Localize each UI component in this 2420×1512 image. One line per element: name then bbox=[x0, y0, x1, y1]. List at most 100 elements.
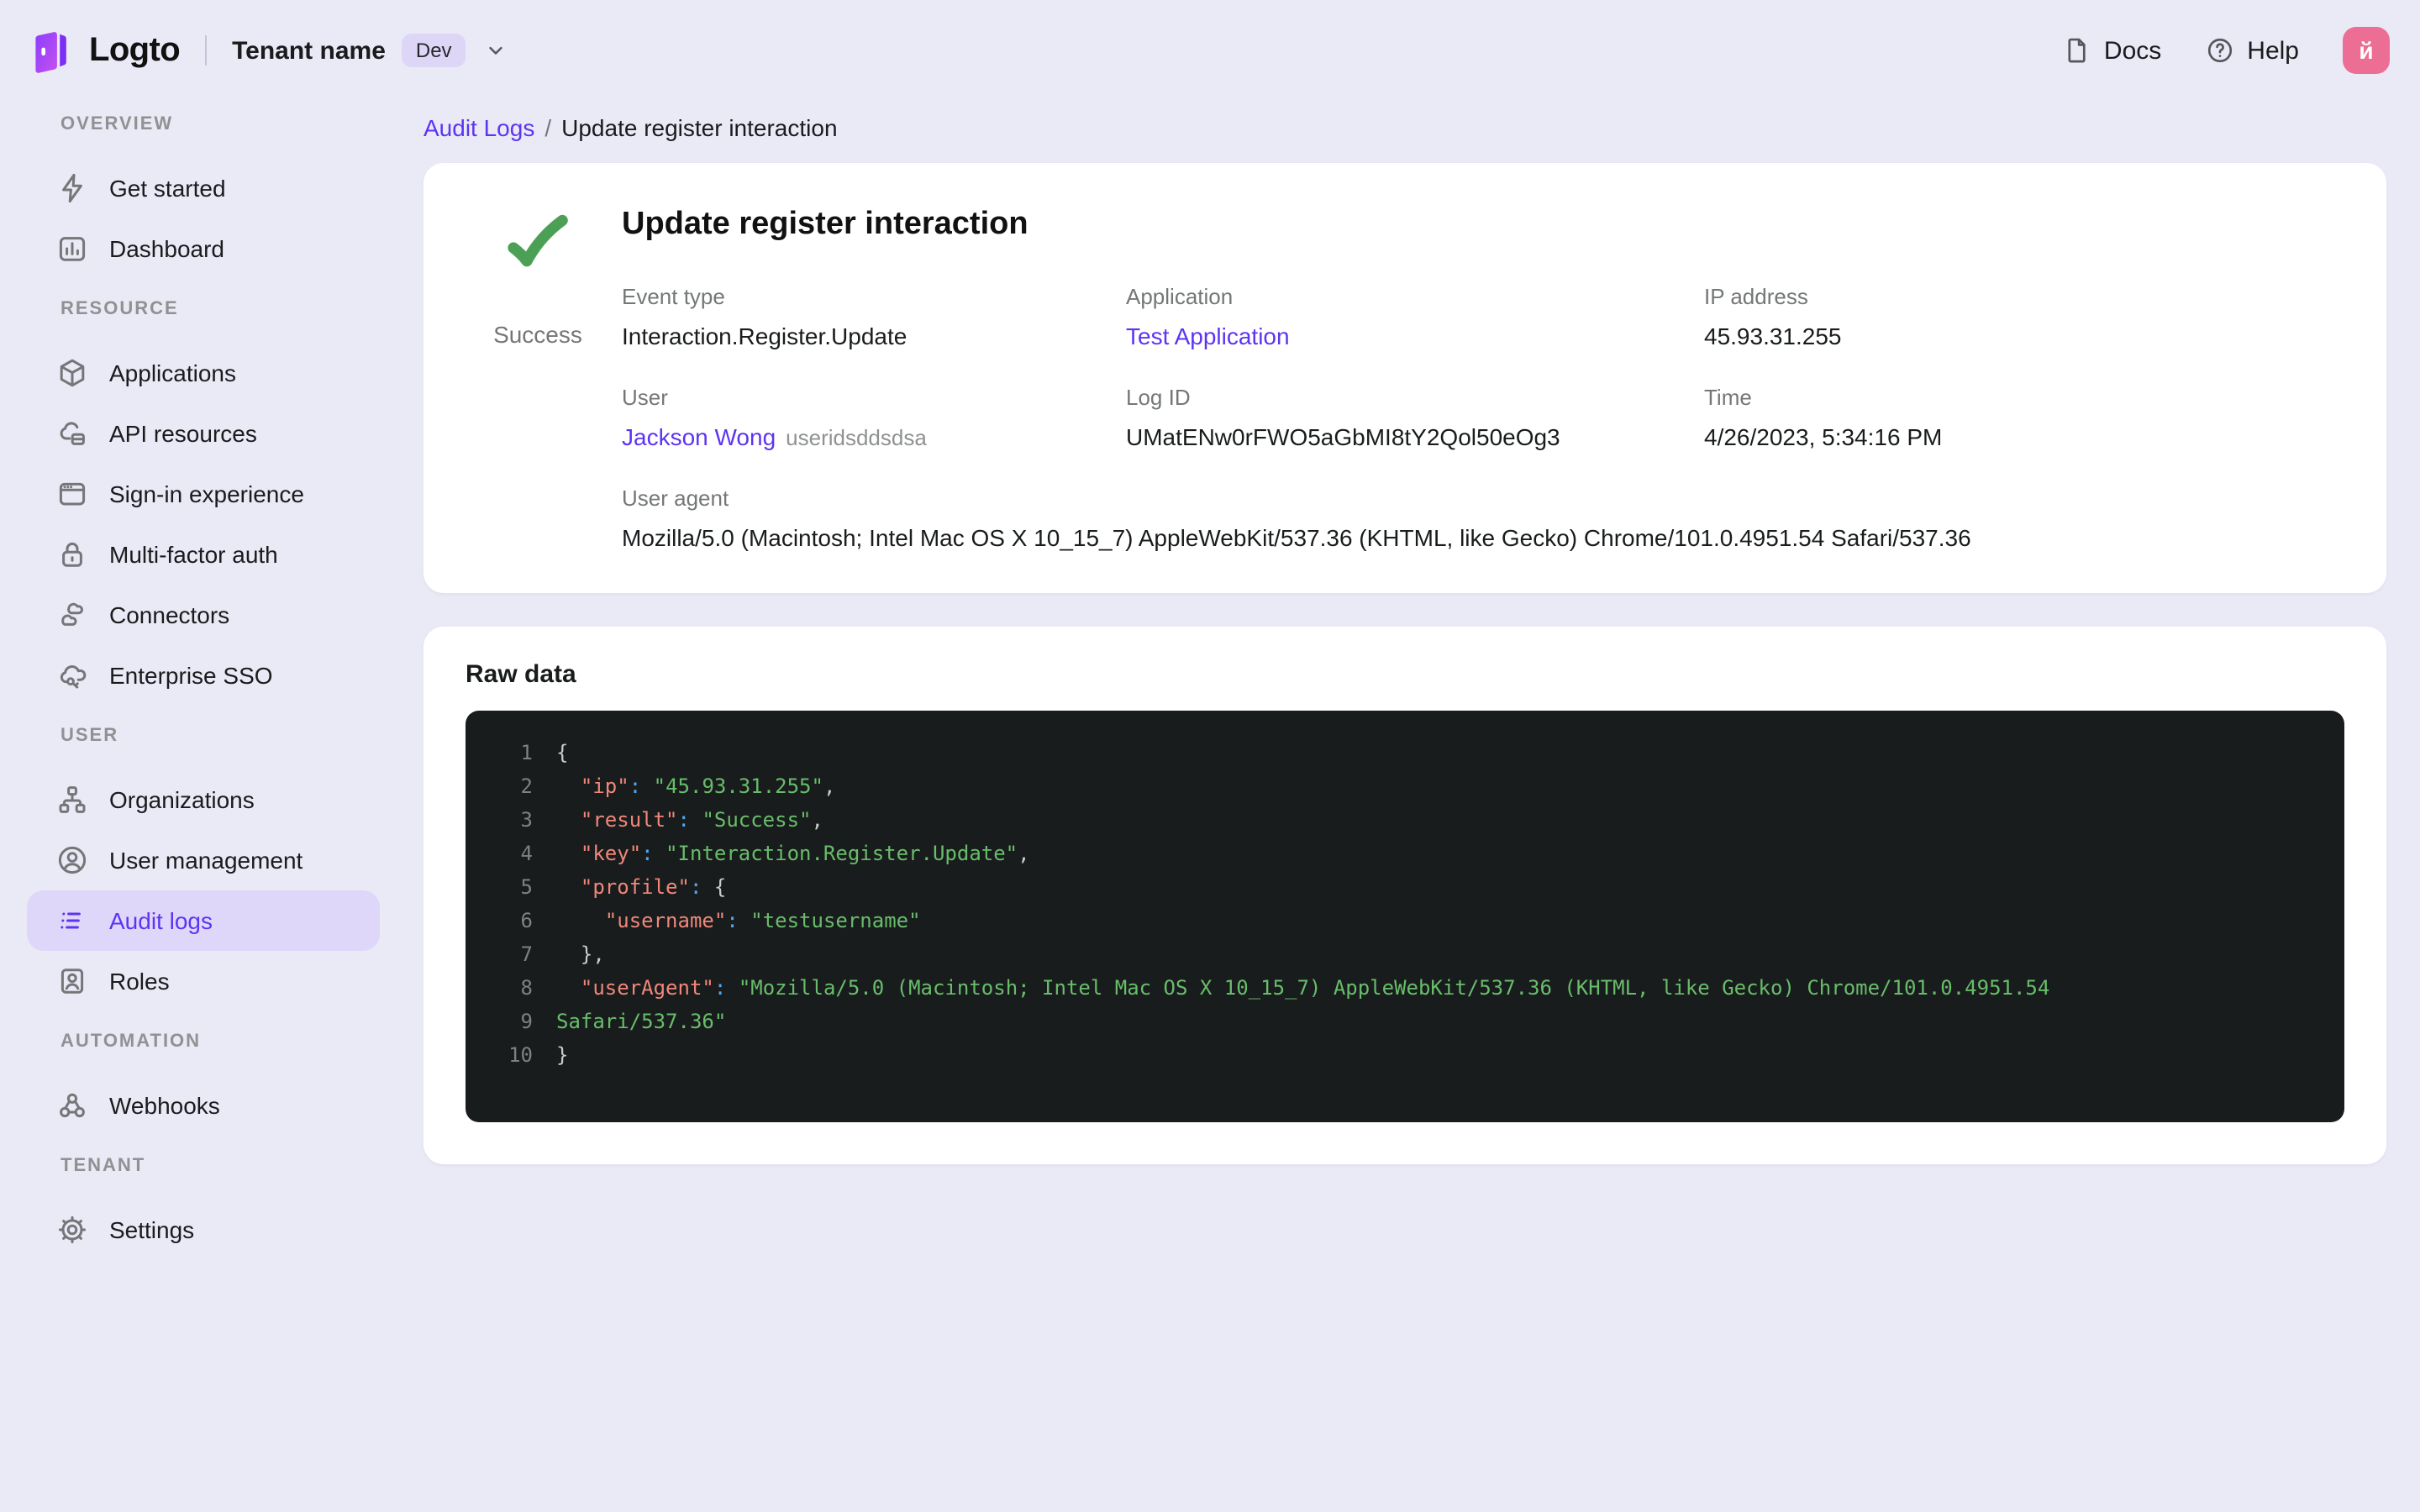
logto-logo-icon bbox=[27, 27, 74, 74]
docs-button[interactable]: Docs bbox=[2062, 35, 2161, 66]
user-id-suffix: useridsddsdsa bbox=[786, 425, 927, 450]
sidebar-section-title-user: USER bbox=[60, 726, 119, 746]
code-text: "result": "Success", bbox=[580, 808, 823, 832]
user-link[interactable]: Jackson Wong bbox=[622, 423, 776, 450]
bolt-icon bbox=[55, 171, 89, 205]
code-line: 6 "username": "testusername" bbox=[489, 904, 2314, 937]
field-time: Time 4/26/2023, 5:34:16 PM bbox=[1704, 385, 1943, 450]
breadcrumb-audit-logs-link[interactable]: Audit Logs bbox=[424, 114, 534, 141]
sidebar-item-label: Connectors bbox=[109, 601, 230, 628]
code-text: "key": "Interaction.Register.Update", bbox=[580, 842, 1030, 865]
sidebar-item-webhooks[interactable]: Webhooks bbox=[27, 1075, 380, 1136]
help-button[interactable]: Help bbox=[2205, 35, 2299, 66]
help-label: Help bbox=[2247, 36, 2299, 65]
code-text: { bbox=[556, 741, 569, 764]
line-number: 10 bbox=[508, 1043, 533, 1067]
sidebar-item-label: Get started bbox=[109, 175, 226, 202]
sidebar-item-get-started[interactable]: Get started bbox=[27, 158, 380, 218]
code-text: } bbox=[556, 1043, 569, 1067]
line-number: 1 bbox=[520, 741, 533, 764]
webhook-icon bbox=[55, 1089, 89, 1122]
sidebar-item-applications[interactable]: Applications bbox=[27, 343, 380, 403]
topbar: Logto Tenant name Dev Docs Help й bbox=[0, 0, 2420, 101]
code-line: 8 "userAgent": "Mozilla/5.0 (Macintosh; … bbox=[489, 971, 2314, 1005]
code-line: 5 "profile": { bbox=[489, 870, 2314, 904]
code-line: 2 "ip": "45.93.31.255", bbox=[489, 769, 2314, 803]
line-number: 3 bbox=[520, 808, 533, 832]
audit-list-icon bbox=[55, 904, 89, 937]
field-event-type: Event type Interaction.Register.Update bbox=[622, 284, 908, 349]
sidebar-item-roles[interactable]: Roles bbox=[27, 951, 380, 1011]
sidebar-item-multi-factor-auth[interactable]: Multi-factor auth bbox=[27, 524, 380, 585]
sidebar-item-label: Webhooks bbox=[109, 1092, 220, 1119]
code-text: Safari/537.36" bbox=[556, 1010, 727, 1033]
tenant-name: Tenant name bbox=[232, 36, 386, 65]
sidebar-item-label: Enterprise SSO bbox=[109, 662, 273, 689]
log-detail-card: Success Update register interaction Even… bbox=[424, 163, 2386, 593]
document-icon bbox=[2062, 35, 2092, 66]
breadcrumb: Audit Logs / Update register interaction bbox=[424, 114, 2386, 141]
env-badge: Dev bbox=[402, 34, 466, 67]
sidebar-item-label: Settings bbox=[109, 1216, 195, 1243]
line-number: 2 bbox=[520, 774, 533, 798]
sidebar-item-sign-in-experience[interactable]: Sign-in experience bbox=[27, 464, 380, 524]
sidebar-item-label: User management bbox=[109, 847, 303, 874]
logo-wordmark: Logto bbox=[89, 31, 181, 68]
tenant-selector[interactable]: Tenant name Dev bbox=[232, 34, 509, 67]
sidebar-item-settings[interactable]: Settings bbox=[27, 1200, 380, 1260]
id-badge-icon bbox=[55, 964, 89, 998]
sidebar-item-audit-logs[interactable]: Audit logs bbox=[27, 890, 380, 951]
cube-icon bbox=[55, 356, 89, 390]
line-number: 5 bbox=[520, 875, 533, 899]
org-chart-icon bbox=[55, 783, 89, 816]
field-user-agent: User agent Mozilla/5.0 (Macintosh; Intel… bbox=[622, 486, 1971, 551]
code-text: "ip": "45.93.31.255", bbox=[580, 774, 836, 798]
sidebar-item-label: Sign-in experience bbox=[109, 480, 304, 507]
topbar-divider bbox=[205, 35, 208, 66]
code-line: 9 Safari/537.36" bbox=[489, 1005, 2314, 1038]
status-label: Success bbox=[493, 321, 582, 348]
application-link[interactable]: Test Application bbox=[1126, 323, 1290, 349]
code-text: "username": "testusername" bbox=[604, 909, 921, 932]
api-resources-icon bbox=[55, 417, 89, 450]
raw-data-code-block: 1 {2 "ip": "45.93.31.255", 3 "result": "Su… bbox=[466, 711, 2344, 1122]
line-number: 9 bbox=[520, 1010, 533, 1033]
code-line: 10} bbox=[489, 1038, 2314, 1072]
code-line: 7 }, bbox=[489, 937, 2314, 971]
app-root: Logto Tenant name Dev Docs Help й OVERVI… bbox=[0, 0, 2420, 1512]
sidebar-item-organizations[interactable]: Organizations bbox=[27, 769, 380, 830]
sidebar: OVERVIEW Get started Dashboard RESOURCE Appl… bbox=[0, 101, 403, 1260]
sidebar-item-user-management[interactable]: User management bbox=[27, 830, 380, 890]
docs-label: Docs bbox=[2103, 36, 2162, 65]
sidebar-item-label: Roles bbox=[109, 968, 170, 995]
sidebar-section-title-automation: AUTOMATION bbox=[60, 1032, 202, 1052]
detail-main: Update register interaction Event type I… bbox=[612, 203, 2346, 553]
sidebar-item-api-resources[interactable]: API resources bbox=[27, 403, 380, 464]
field-application: Application Test Application bbox=[1126, 284, 1290, 349]
chevron-down-icon bbox=[482, 37, 509, 64]
raw-data-title: Raw data bbox=[466, 660, 576, 689]
lock-icon bbox=[55, 538, 89, 571]
sidebar-item-connectors[interactable]: Connectors bbox=[27, 585, 380, 645]
sidebar-item-label: Multi-factor auth bbox=[109, 541, 278, 568]
field-user: User Jackson Wong useridsddsdsa bbox=[622, 385, 927, 450]
sidebar-item-label: Applications bbox=[109, 360, 236, 386]
browser-icon bbox=[55, 477, 89, 511]
status-column: Success bbox=[464, 203, 612, 553]
user-avatar[interactable]: й bbox=[2343, 27, 2390, 74]
page-title: Update register interaction bbox=[622, 207, 1028, 242]
sidebar-item-dashboard[interactable]: Dashboard bbox=[27, 218, 380, 279]
sidebar-item-label: Audit logs bbox=[109, 907, 213, 934]
line-number: 7 bbox=[520, 942, 533, 966]
raw-data-card: Raw data 1 {2 "ip": "45.93.31.255", 3 "res… bbox=[424, 627, 2386, 1164]
line-number: 6 bbox=[520, 909, 533, 932]
dashboard-icon bbox=[55, 232, 89, 265]
code-text: "userAgent": "Mozilla/5.0 (Macintosh; In… bbox=[580, 976, 2050, 1000]
sidebar-item-enterprise-sso[interactable]: Enterprise SSO bbox=[27, 645, 380, 706]
code-text: "profile": { bbox=[580, 875, 727, 899]
sidebar-item-label: Organizations bbox=[109, 786, 255, 813]
connectors-icon bbox=[55, 598, 89, 632]
breadcrumb-separator: / bbox=[544, 114, 552, 141]
code-text: }, bbox=[556, 942, 605, 966]
logto-logo[interactable]: Logto bbox=[27, 27, 181, 74]
